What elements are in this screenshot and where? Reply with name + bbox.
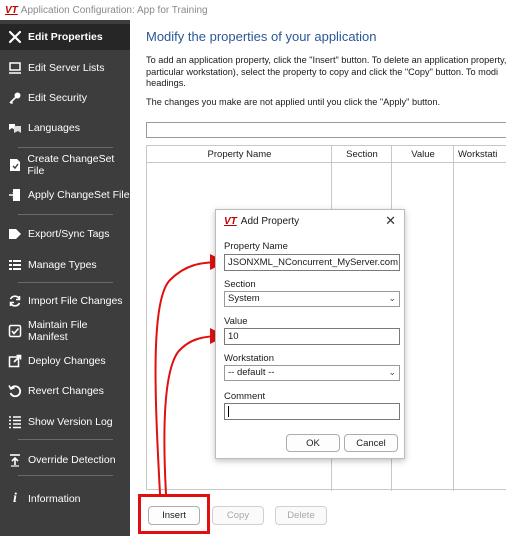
- workstation-select[interactable]: -- default -- ⌄: [224, 365, 400, 381]
- sidebar-item-export-sync-tags[interactable]: Export/Sync Tags: [0, 221, 130, 247]
- key-icon: [7, 90, 23, 106]
- app-logo: VT: [5, 4, 18, 16]
- sidebar-item-apply-changeset-file[interactable]: Apply ChangeSet File: [0, 182, 130, 208]
- sidebar-item-label: Languages: [28, 122, 80, 134]
- sidebar-item-label: Edit Server Lists: [28, 62, 105, 74]
- types-icon: [7, 257, 23, 273]
- comment-label: Comment: [224, 391, 266, 402]
- column-header-value[interactable]: Value: [392, 146, 454, 163]
- sidebar-item-languages[interactable]: Languages: [0, 115, 130, 141]
- instructions-text: To add an application property, click th…: [146, 55, 506, 88]
- workstation-label: Workstation: [224, 353, 274, 364]
- sidebar-item-label: Maintain File Manifest: [27, 319, 88, 343]
- server-icon: [7, 60, 23, 76]
- section-select-value: System: [228, 293, 260, 304]
- sidebar: Edit Properties Edit Server Lists Edit S…: [0, 20, 130, 536]
- delete-button[interactable]: Delete: [275, 506, 327, 525]
- sidebar-item-manage-types[interactable]: Manage Types: [0, 252, 130, 278]
- sidebar-divider: [18, 439, 113, 440]
- section-label: Section: [224, 279, 256, 290]
- sidebar-item-show-version-log[interactable]: Show Version Log: [0, 409, 130, 435]
- info-icon: i: [13, 491, 17, 506]
- sidebar-item-create-changeset-file[interactable]: Create ChangeSet File: [0, 152, 130, 178]
- sidebar-item-edit-properties[interactable]: Edit Properties: [0, 24, 130, 50]
- sidebar-item-label: Edit Security: [28, 92, 87, 104]
- window-title: Application Configuration: App for Train…: [20, 4, 208, 16]
- chevron-down-icon: ⌄: [388, 367, 396, 377]
- add-property-dialog: VT Add Property ✕ Property Name JSONXML_…: [215, 209, 405, 459]
- page-title: Modify the properties of your applicatio…: [146, 29, 377, 44]
- create-changeset-icon: [7, 157, 22, 173]
- apply-changeset-icon: [7, 187, 23, 203]
- sidebar-item-label: Edit Properties: [28, 31, 103, 43]
- dialog-title: VT Add Property: [224, 216, 299, 227]
- sidebar-item-deploy-changes[interactable]: Deploy Changes: [0, 348, 130, 374]
- chevron-down-icon: ⌄: [388, 293, 396, 303]
- insert-highlight-box: [138, 494, 210, 534]
- filter-input[interactable]: [146, 122, 506, 138]
- section-select[interactable]: System ⌄: [224, 291, 400, 307]
- ok-button[interactable]: OK: [286, 434, 340, 452]
- sidebar-item-label: Show Version Log: [28, 416, 113, 428]
- languages-icon: [7, 120, 23, 136]
- sidebar-item-label: Information: [28, 493, 81, 505]
- sidebar-item-import-file-changes[interactable]: Import File Changes: [0, 288, 130, 314]
- checkbox-icon: [7, 323, 23, 339]
- sidebar-item-label: Import File Changes: [28, 295, 123, 307]
- tools-icon: [7, 29, 23, 45]
- sidebar-item-edit-server-lists[interactable]: Edit Server Lists: [0, 55, 130, 81]
- sidebar-divider: [18, 147, 113, 148]
- log-icon: [7, 414, 23, 430]
- sidebar-item-label: Deploy Changes: [28, 355, 106, 367]
- sidebar-item-label: Manage Types: [28, 259, 97, 271]
- sidebar-item-maintain-file-manifest[interactable]: Maintain File Manifest: [0, 318, 130, 344]
- dialog-title-text: Add Property: [240, 216, 300, 227]
- sidebar-divider: [18, 214, 113, 215]
- deploy-icon: [7, 353, 23, 369]
- value-input[interactable]: 10: [224, 328, 400, 345]
- dialog-logo: VT: [224, 216, 237, 227]
- apply-note-text: The changes you make are not applied unt…: [146, 97, 441, 107]
- sync-icon: [7, 293, 23, 309]
- title-bar: VT Application Configuration: App for Tr…: [0, 0, 506, 20]
- cancel-button[interactable]: Cancel: [344, 434, 398, 452]
- value-label: Value: [224, 316, 248, 327]
- sidebar-item-label: Revert Changes: [28, 385, 104, 397]
- sidebar-item-label: Create ChangeSet File: [27, 153, 115, 177]
- comment-input[interactable]: [224, 403, 400, 420]
- sidebar-divider: [18, 475, 113, 476]
- text-caret: [228, 406, 229, 417]
- sidebar-item-label: Override Detection: [28, 454, 116, 466]
- copy-button[interactable]: Copy: [212, 506, 264, 525]
- close-icon[interactable]: ✕: [385, 213, 396, 229]
- sidebar-item-edit-security[interactable]: Edit Security: [0, 85, 130, 111]
- sidebar-item-revert-changes[interactable]: Revert Changes: [0, 378, 130, 404]
- property-name-label: Property Name: [224, 241, 288, 252]
- sidebar-divider: [18, 282, 113, 283]
- workstation-select-value: -- default --: [228, 367, 275, 378]
- sidebar-item-label: Export/Sync Tags: [28, 228, 110, 240]
- property-name-input[interactable]: JSONXML_NConcurrent_MyServer.com: [224, 254, 400, 271]
- column-header-property-name[interactable]: Property Name: [147, 146, 332, 163]
- revert-icon: [7, 383, 23, 399]
- tag-icon: [7, 226, 23, 242]
- override-icon: [7, 452, 23, 468]
- sidebar-item-override-detection[interactable]: Override Detection: [0, 447, 130, 473]
- sidebar-item-label: Apply ChangeSet File: [28, 189, 130, 201]
- column-header-workstation[interactable]: Workstati: [454, 146, 506, 163]
- column-header-section[interactable]: Section: [332, 146, 392, 163]
- sidebar-item-information[interactable]: i Information: [0, 486, 130, 512]
